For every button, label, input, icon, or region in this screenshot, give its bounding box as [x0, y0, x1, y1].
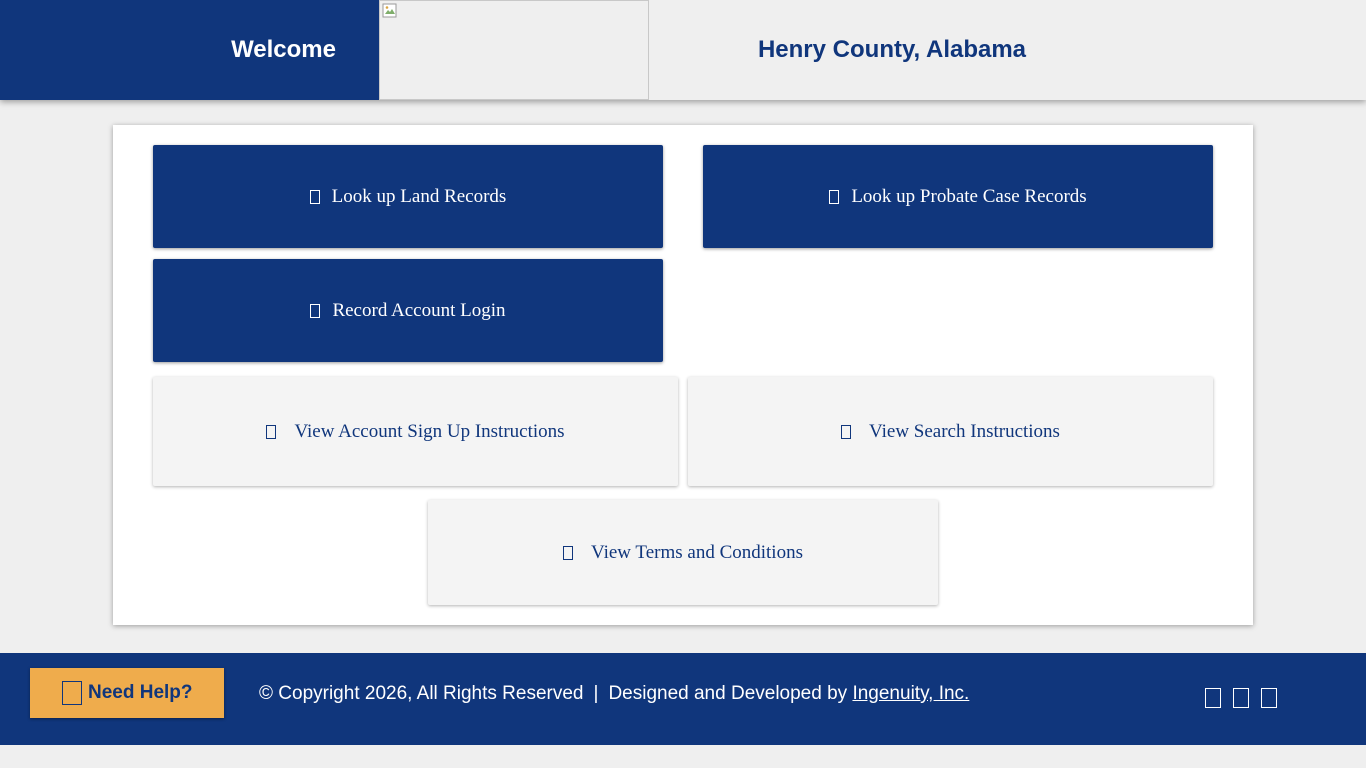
signup-instructions-icon	[266, 424, 277, 439]
land-records-icon	[309, 189, 320, 204]
need-help-button[interactable]: Need Help?	[30, 668, 224, 718]
copyright-text: © Copyright 2026, All Rights Reserved | De…	[259, 683, 969, 705]
welcome-text: Welcome	[231, 36, 336, 63]
social-icon-1[interactable]	[1205, 688, 1221, 708]
page-footer: Need Help? © Copyright 2026, All Rights …	[0, 653, 1366, 745]
terms-conditions-label: View Terms and Conditions	[591, 541, 803, 563]
record-account-login-button[interactable]: Record Account Login	[153, 259, 663, 362]
social-icon-2[interactable]	[1233, 688, 1249, 708]
terms-icon	[563, 545, 574, 560]
designed-by-text: Designed and Developed by	[608, 683, 848, 704]
search-instructions-button[interactable]: View Search Instructions	[688, 377, 1213, 486]
search-instructions-icon	[841, 424, 852, 439]
signup-instructions-button[interactable]: View Account Sign Up Instructions	[153, 377, 678, 486]
social-icon-3[interactable]	[1261, 688, 1277, 708]
county-title: Henry County, Alabama	[757, 36, 1027, 63]
search-instructions-label: View Search Instructions	[869, 420, 1060, 442]
land-records-label: Look up Land Records	[331, 185, 507, 207]
probate-records-icon	[829, 189, 840, 204]
probate-records-button[interactable]: Look up Probate Case Records	[703, 145, 1213, 248]
record-account-login-label: Record Account Login	[332, 299, 506, 321]
page-header: Welcome Henry County, Alabama	[0, 0, 1366, 100]
help-icon	[62, 681, 82, 705]
welcome-banner: Welcome	[0, 0, 379, 100]
login-icon	[310, 303, 321, 318]
ingenuity-link[interactable]: Ingenuity, Inc.	[852, 683, 969, 704]
broken-image-icon	[382, 3, 397, 18]
copyright-notice: © Copyright 2026, All Rights Reserved	[259, 683, 584, 704]
probate-records-label: Look up Probate Case Records	[851, 185, 1087, 207]
signup-instructions-label: View Account Sign Up Instructions	[294, 420, 565, 442]
social-links	[1205, 688, 1277, 708]
need-help-label: Need Help?	[88, 682, 193, 703]
county-logo	[379, 0, 649, 100]
terms-conditions-button[interactable]: View Terms and Conditions	[428, 500, 938, 605]
main-card: Look up Land Records Look up Probate Cas…	[113, 125, 1253, 625]
copyright-separator: |	[593, 683, 599, 704]
land-records-button[interactable]: Look up Land Records	[153, 145, 663, 248]
